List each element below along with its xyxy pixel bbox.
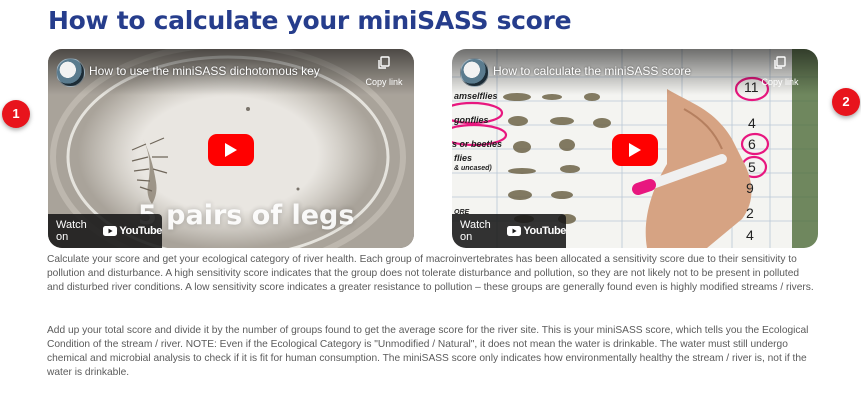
channel-avatar[interactable] bbox=[460, 58, 489, 87]
chart-row-label: s or beetles bbox=[452, 139, 503, 149]
score-value: 5 bbox=[748, 159, 756, 175]
youtube-logo-icon: YouTube bbox=[103, 225, 162, 237]
step-badge-1: 1 bbox=[2, 100, 30, 128]
body-paragraph-1: Calculate your score and get your ecolog… bbox=[47, 254, 814, 294]
chart-row-label: & uncased) bbox=[454, 165, 492, 172]
video-player-calculate-score[interactable]: amselflies gonflies s or beetles flies &… bbox=[452, 49, 818, 248]
watch-on-label: Watch on bbox=[460, 219, 491, 243]
score-value: 4 bbox=[748, 115, 756, 131]
play-button[interactable] bbox=[612, 134, 658, 166]
copy-link-button[interactable]: Copy link bbox=[360, 56, 408, 90]
play-button[interactable] bbox=[208, 134, 254, 166]
step-badge-2: 2 bbox=[832, 88, 860, 116]
score-value: 4 bbox=[746, 227, 754, 243]
chart-row-label: gonflies bbox=[454, 115, 489, 125]
youtube-logo-icon: YouTube bbox=[507, 225, 566, 237]
copy-link-label: Copy link bbox=[761, 77, 799, 87]
watch-on-label: Watch on bbox=[56, 219, 87, 243]
video-title[interactable]: How to use the miniSASS dichotomous key bbox=[89, 64, 320, 78]
video-overlay-caption: 5 pairs of legs bbox=[138, 200, 355, 231]
score-value: 9 bbox=[746, 180, 754, 196]
body-paragraph-2: Add up your total score and divide it by… bbox=[47, 325, 809, 379]
copy-link-button[interactable]: Copy link bbox=[756, 56, 804, 90]
score-value: 6 bbox=[748, 136, 756, 152]
copy-icon bbox=[774, 56, 786, 69]
video-player-dichotomous-key[interactable]: How to use the miniSASS dichotomous key … bbox=[48, 49, 414, 248]
page-title: How to calculate your miniSASS score bbox=[48, 6, 572, 35]
copy-link-label: Copy link bbox=[365, 77, 403, 87]
chart-row-label: flies bbox=[454, 153, 473, 163]
copy-icon bbox=[378, 56, 390, 69]
watch-on-youtube-button[interactable]: Watch on YouTube bbox=[48, 214, 162, 248]
score-value: 2 bbox=[746, 205, 754, 221]
play-icon bbox=[225, 143, 237, 157]
play-icon bbox=[629, 143, 641, 157]
video-title[interactable]: How to calculate the miniSASS score bbox=[493, 64, 691, 78]
channel-avatar[interactable] bbox=[56, 58, 85, 87]
watch-on-youtube-button[interactable]: Watch on YouTube bbox=[452, 214, 566, 248]
